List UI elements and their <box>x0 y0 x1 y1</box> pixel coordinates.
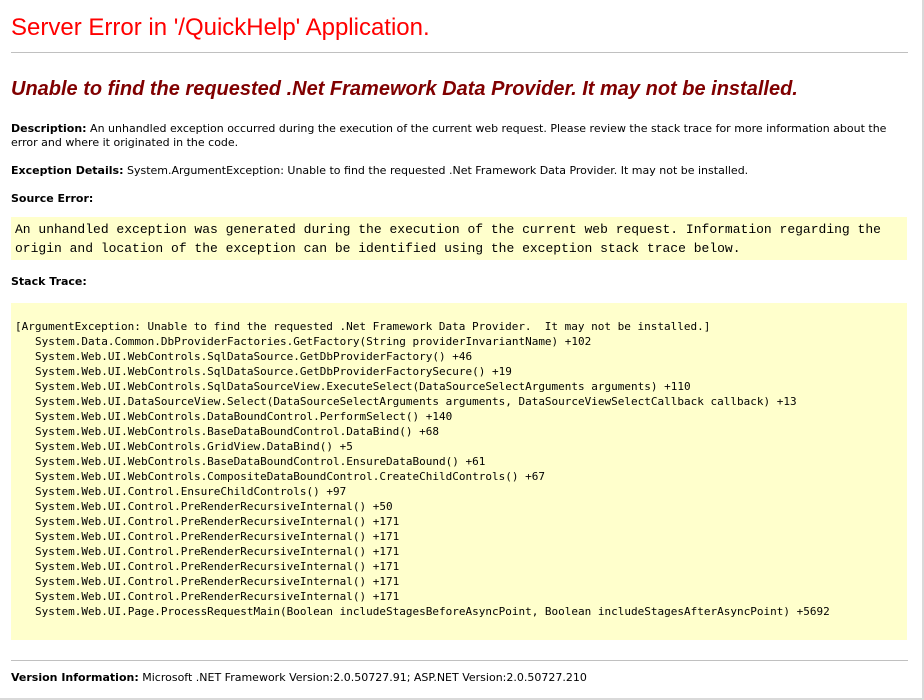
stack-trace-frame: System.Web.UI.Control.EnsureChildControl… <box>35 485 347 498</box>
stack-trace-frame: System.Web.UI.DataSourceView.Select(Data… <box>35 395 797 408</box>
exception-details-section: Exception Details: System.ArgumentExcept… <box>11 164 901 178</box>
stack-trace-frame: System.Web.UI.Control.PreRenderRecursive… <box>35 500 393 513</box>
stack-trace-frame: System.Web.UI.WebControls.GridView.DataB… <box>35 440 353 453</box>
stack-trace-box: [ArgumentException: Unable to find the r… <box>11 303 907 640</box>
version-divider <box>11 660 908 661</box>
stack-trace-frame: System.Web.UI.Control.PreRenderRecursive… <box>35 575 400 588</box>
source-error-label: Source Error: <box>11 192 94 205</box>
stack-trace-frame: System.Web.UI.WebControls.SqlDataSource.… <box>35 365 512 378</box>
stack-trace-frame: System.Web.UI.WebControls.SqlDataSource.… <box>35 350 473 363</box>
description-section: Description: An unhandled exception occu… <box>11 122 901 150</box>
exception-details-text: System.ArgumentException: Unable to find… <box>123 164 749 177</box>
version-information-label: Version Information: <box>11 671 139 684</box>
stack-trace-frame: System.Web.UI.Control.PreRenderRecursive… <box>35 545 400 558</box>
version-information-section: Version Information: Microsoft .NET Fram… <box>11 671 901 685</box>
stack-trace-frame: System.Web.UI.Control.PreRenderRecursive… <box>35 515 400 528</box>
stack-trace-frame: System.Web.UI.WebControls.CompositeDataB… <box>35 470 545 483</box>
stack-trace-frame: System.Web.UI.WebControls.SqlDataSourceV… <box>35 380 691 393</box>
version-information-text: Microsoft .NET Framework Version:2.0.507… <box>138 671 587 684</box>
stack-trace-frame: System.Web.UI.WebControls.DataBoundContr… <box>35 410 453 423</box>
stack-trace-heading: Stack Trace: <box>11 275 901 289</box>
stack-trace-frame: System.Web.UI.Control.PreRenderRecursive… <box>35 530 400 543</box>
page-title: Server Error in '/QuickHelp' Application… <box>11 14 430 41</box>
stack-trace-header: [ArgumentException: Unable to find the r… <box>15 320 711 333</box>
stack-trace-frames: System.Data.Common.DbProviderFactories.G… <box>15 334 903 619</box>
source-error-text: An unhandled exception was generated dur… <box>15 222 881 256</box>
error-subtitle: Unable to find the requested .Net Framew… <box>11 78 798 100</box>
stack-trace-frame: System.Data.Common.DbProviderFactories.G… <box>35 335 592 348</box>
exception-details-label: Exception Details: <box>11 164 124 177</box>
source-error-heading: Source Error: <box>11 192 901 206</box>
stack-trace-frame: System.Web.UI.Control.PreRenderRecursive… <box>35 560 400 573</box>
description-text: An unhandled exception occurred during t… <box>11 122 887 149</box>
stack-trace-label: Stack Trace: <box>11 275 87 288</box>
source-error-box: An unhandled exception was generated dur… <box>11 217 907 260</box>
stack-trace-frame: System.Web.UI.WebControls.BaseDataBoundC… <box>35 455 486 468</box>
title-divider <box>11 52 908 53</box>
description-label: Description: <box>11 122 87 135</box>
stack-trace-frame: System.Web.UI.Control.PreRenderRecursive… <box>35 590 400 603</box>
stack-trace-frame: System.Web.UI.Page.ProcessRequestMain(Bo… <box>35 605 830 618</box>
stack-trace-frame: System.Web.UI.WebControls.BaseDataBoundC… <box>35 425 439 438</box>
